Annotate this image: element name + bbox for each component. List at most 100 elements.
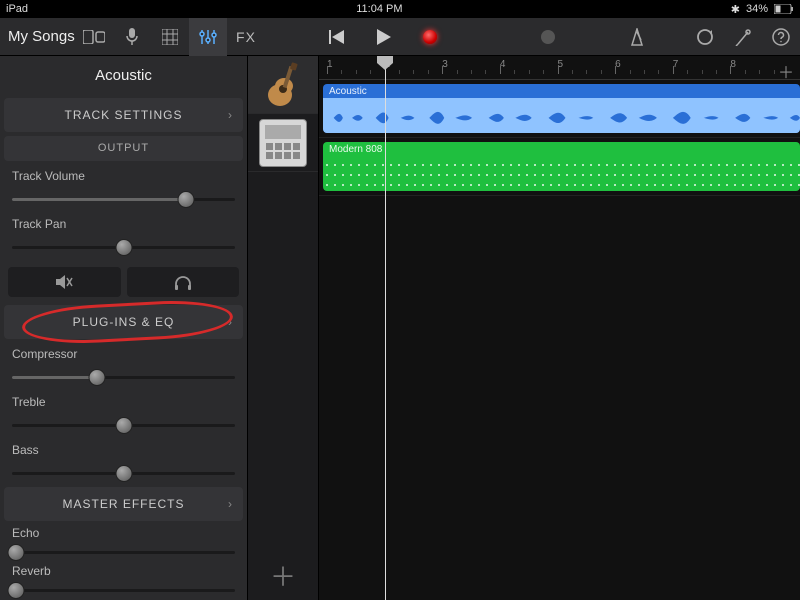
metronome-button[interactable] [618,18,656,56]
ruler-tick [730,66,731,74]
ruler-tick [500,66,501,74]
ruler-tick [399,70,400,74]
ruler-tick [471,70,472,74]
track-header-modern-808[interactable] [248,114,318,172]
waveform-icon [323,98,800,133]
reverb-slider[interactable]: Reverb [0,562,247,600]
track-volume-slider[interactable]: Track Volume [0,163,247,211]
ruler-tick [572,70,573,74]
master-volume-button[interactable] [541,30,555,44]
ruler-tick [615,66,616,74]
track-lane-acoustic[interactable]: Acoustic [319,80,800,138]
ruler-tick [716,70,717,74]
reverb-label: Reverb [12,564,235,578]
track-inspector: Acoustic TRACK SETTINGS › OUTPUT Track V… [0,56,247,600]
track-settings-label: TRACK SETTINGS [64,108,182,122]
plus-icon: ＋ [270,557,296,594]
ruler-tick [745,70,746,74]
mic-button[interactable] [113,18,151,56]
region-label: Modern 808 [329,144,382,155]
playhead[interactable] [385,56,386,600]
ruler-tick [543,70,544,74]
plugins-eq-label: PLUG-INS & EQ [73,315,175,329]
ruler-tick [428,70,429,74]
ruler-tick [442,66,443,74]
output-header: OUTPUT [4,136,243,162]
battery-icon [774,4,794,14]
browser-view-button[interactable] [75,18,113,56]
master-effects-section[interactable]: MASTER EFFECTS › [4,487,243,521]
device-label: iPad [6,3,28,15]
ruler-tick [341,70,342,74]
add-track-button[interactable]: ＋ [248,550,318,600]
chevron-right-icon: › [228,108,233,122]
grid-view-button[interactable] [151,18,189,56]
ruler-tick [630,70,631,74]
chevron-right-icon: › [228,315,233,329]
track-header-acoustic[interactable] [248,56,318,114]
ruler-tick [644,70,645,74]
bass-slider[interactable]: Bass [0,437,247,485]
track-volume-label: Track Volume [12,169,235,183]
mute-button[interactable] [8,267,121,297]
treble-slider[interactable]: Treble [0,389,247,437]
ruler-tick [687,70,688,74]
ruler-tick [413,70,414,74]
ruler-tick [370,70,371,74]
inspector-track-name: Acoustic [0,56,247,96]
my-songs-button[interactable]: My Songs [0,28,75,45]
status-time: 11:04 PM [356,3,402,15]
ruler-tick [658,70,659,74]
battery-label: 34% [746,3,768,15]
ruler-tick [485,70,486,74]
track-pan-slider[interactable]: Track Pan [0,211,247,259]
ruler-tick [558,66,559,74]
ruler-tick [759,70,760,74]
track-header-column: ＋ [247,56,319,600]
playhead-handle-icon [377,56,393,70]
compressor-slider[interactable]: Compressor [0,341,247,389]
ruler-tick [356,70,357,74]
help-button[interactable] [762,18,800,56]
bluetooth-icon: ✱ [731,3,740,16]
loop-button[interactable] [686,18,724,56]
region-label: Acoustic [329,86,367,97]
fx-button[interactable]: FX [227,18,265,56]
echo-label: Echo [12,526,235,540]
track-lane-modern-808[interactable]: Modern 808 [319,138,800,196]
status-bar: iPad 11:04 PM ✱ 34% [0,0,800,18]
bass-label: Bass [12,443,235,457]
track-settings-section[interactable]: TRACK SETTINGS › [4,98,243,132]
top-toolbar: My Songs FX [0,18,800,56]
ruler-tick [327,66,328,74]
ruler-tick [457,70,458,74]
compressor-label: Compressor [12,347,235,361]
record-button[interactable] [423,30,437,44]
play-button[interactable] [377,29,391,45]
master-effects-label: MASTER EFFECTS [62,497,184,511]
region-modern-808[interactable]: Modern 808 [323,142,800,191]
acoustic-guitar-icon [259,61,307,109]
plugins-eq-section[interactable]: PLUG-INS & EQ › [4,305,243,339]
ruler-tick [514,70,515,74]
headphones-button[interactable] [127,267,240,297]
timeline[interactable]: ＋ 12345678 Acoustic Modern 808 [319,56,800,600]
track-controls-button[interactable] [189,18,227,56]
echo-slider[interactable]: Echo [0,523,247,562]
ruler-tick [601,70,602,74]
treble-label: Treble [12,395,235,409]
ruler-tick [774,70,775,74]
drum-machine-icon [259,119,307,167]
status-right: ✱ 34% [731,3,794,16]
track-pan-label: Track Pan [12,217,235,231]
ruler-tick [673,66,674,74]
go-to-start-button[interactable] [329,30,345,44]
ruler-tick [586,70,587,74]
midi-notes-icon [323,160,800,187]
ruler-tick [702,70,703,74]
settings-button[interactable] [724,18,762,56]
region-acoustic[interactable]: Acoustic [323,84,800,133]
transport-controls [319,29,565,45]
chevron-right-icon: › [228,497,233,511]
ruler-tick [529,70,530,74]
